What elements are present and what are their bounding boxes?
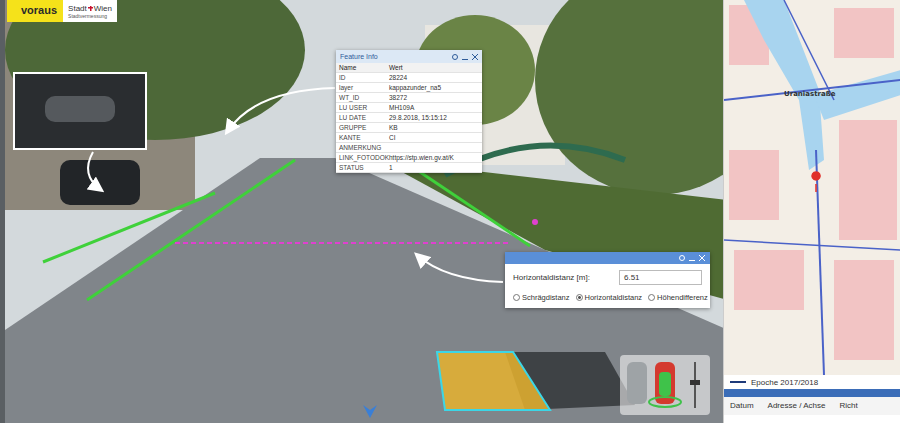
measure-point[interactable] bbox=[532, 219, 538, 225]
table-header: Datum Adresse / Achse Richt bbox=[724, 397, 900, 415]
legend-line-icon bbox=[730, 381, 746, 383]
curb-lines bbox=[43, 160, 530, 300]
map-sidebar: Uraniastraße Epoche 2017/2018 Datum Adres… bbox=[723, 0, 900, 423]
city-cross-icon bbox=[88, 6, 93, 11]
radio-icon[interactable] bbox=[648, 294, 655, 301]
close-icon[interactable] bbox=[472, 54, 478, 60]
radio-option[interactable]: Horizontaldistanz bbox=[576, 293, 643, 302]
zoom-inset bbox=[13, 72, 147, 150]
table-row: ID 28224 bbox=[336, 73, 482, 83]
logo: voraus Stadt Wien Stadtvermessung bbox=[7, 0, 117, 22]
column-header[interactable]: Adresse / Achse bbox=[768, 401, 826, 411]
radio-option[interactable]: Höhendifferenz bbox=[648, 293, 708, 302]
panel-title-bar[interactable]: Feature Info bbox=[336, 50, 482, 63]
logo-city: Stadt Wien Stadtvermessung bbox=[63, 0, 117, 22]
callout-arrow bbox=[88, 152, 101, 190]
minimize-icon[interactable] bbox=[462, 54, 468, 60]
table-header: NameWert bbox=[336, 63, 482, 73]
table-row: ANMERKUNG bbox=[336, 143, 482, 153]
panel-title-bar[interactable] bbox=[505, 252, 710, 264]
radio-option[interactable]: Schrägdistanz bbox=[513, 293, 570, 302]
table-row: GRUPPE KB bbox=[336, 123, 482, 133]
radio-icon[interactable] bbox=[513, 294, 520, 301]
radio-icon[interactable] bbox=[576, 294, 583, 301]
minimize-icon[interactable] bbox=[689, 255, 695, 261]
legend: Epoche 2017/2018 bbox=[724, 375, 900, 389]
car-left-icon[interactable] bbox=[627, 362, 647, 404]
location-pin-icon[interactable] bbox=[812, 172, 820, 192]
selected-area[interactable] bbox=[437, 352, 550, 410]
distance-panel[interactable]: Horizontaldistanz [m]: 6.51 Schrägdistan… bbox=[505, 252, 710, 308]
direction-chevron-icon[interactable] bbox=[363, 405, 377, 418]
table-row: LU USER MH109A bbox=[336, 103, 482, 113]
table-row: KANTE CI bbox=[336, 133, 482, 143]
table-row: LINK_FOTODOK https://stp.wien.gv.at/K bbox=[336, 153, 482, 163]
callout-arrow bbox=[417, 255, 503, 282]
callout-arrow bbox=[227, 88, 335, 132]
app-window: voraus Stadt Wien Stadtvermessung Featur… bbox=[0, 0, 900, 423]
table-row: WT_ID 38272 bbox=[336, 93, 482, 103]
distance-field[interactable]: 6.51 bbox=[619, 270, 702, 285]
column-header[interactable]: Richt bbox=[839, 401, 857, 411]
map-label: Uraniastraße bbox=[784, 90, 836, 98]
street-viewer[interactable]: voraus Stadt Wien Stadtvermessung Featur… bbox=[0, 0, 723, 423]
table-row: STATUS 1 bbox=[336, 163, 482, 173]
feature-info-panel[interactable]: Feature Info NameWert ID 28224layer kapp… bbox=[336, 50, 482, 173]
table-row: layer kappazunder_na5 bbox=[336, 83, 482, 93]
pin-icon[interactable] bbox=[452, 54, 458, 60]
pin-icon[interactable] bbox=[679, 255, 685, 261]
car-position-widget[interactable] bbox=[620, 355, 710, 415]
table-row: LU DATE 29.8.2018, 15:15:12 bbox=[336, 113, 482, 123]
map[interactable]: Uraniastraße bbox=[724, 0, 900, 375]
distance-label: Horizontaldistanz [m]: bbox=[513, 273, 613, 282]
column-header[interactable]: Datum bbox=[730, 401, 754, 411]
measure-line[interactable] bbox=[175, 242, 510, 244]
logo-brand: voraus bbox=[7, 0, 63, 22]
close-icon[interactable] bbox=[699, 255, 705, 261]
